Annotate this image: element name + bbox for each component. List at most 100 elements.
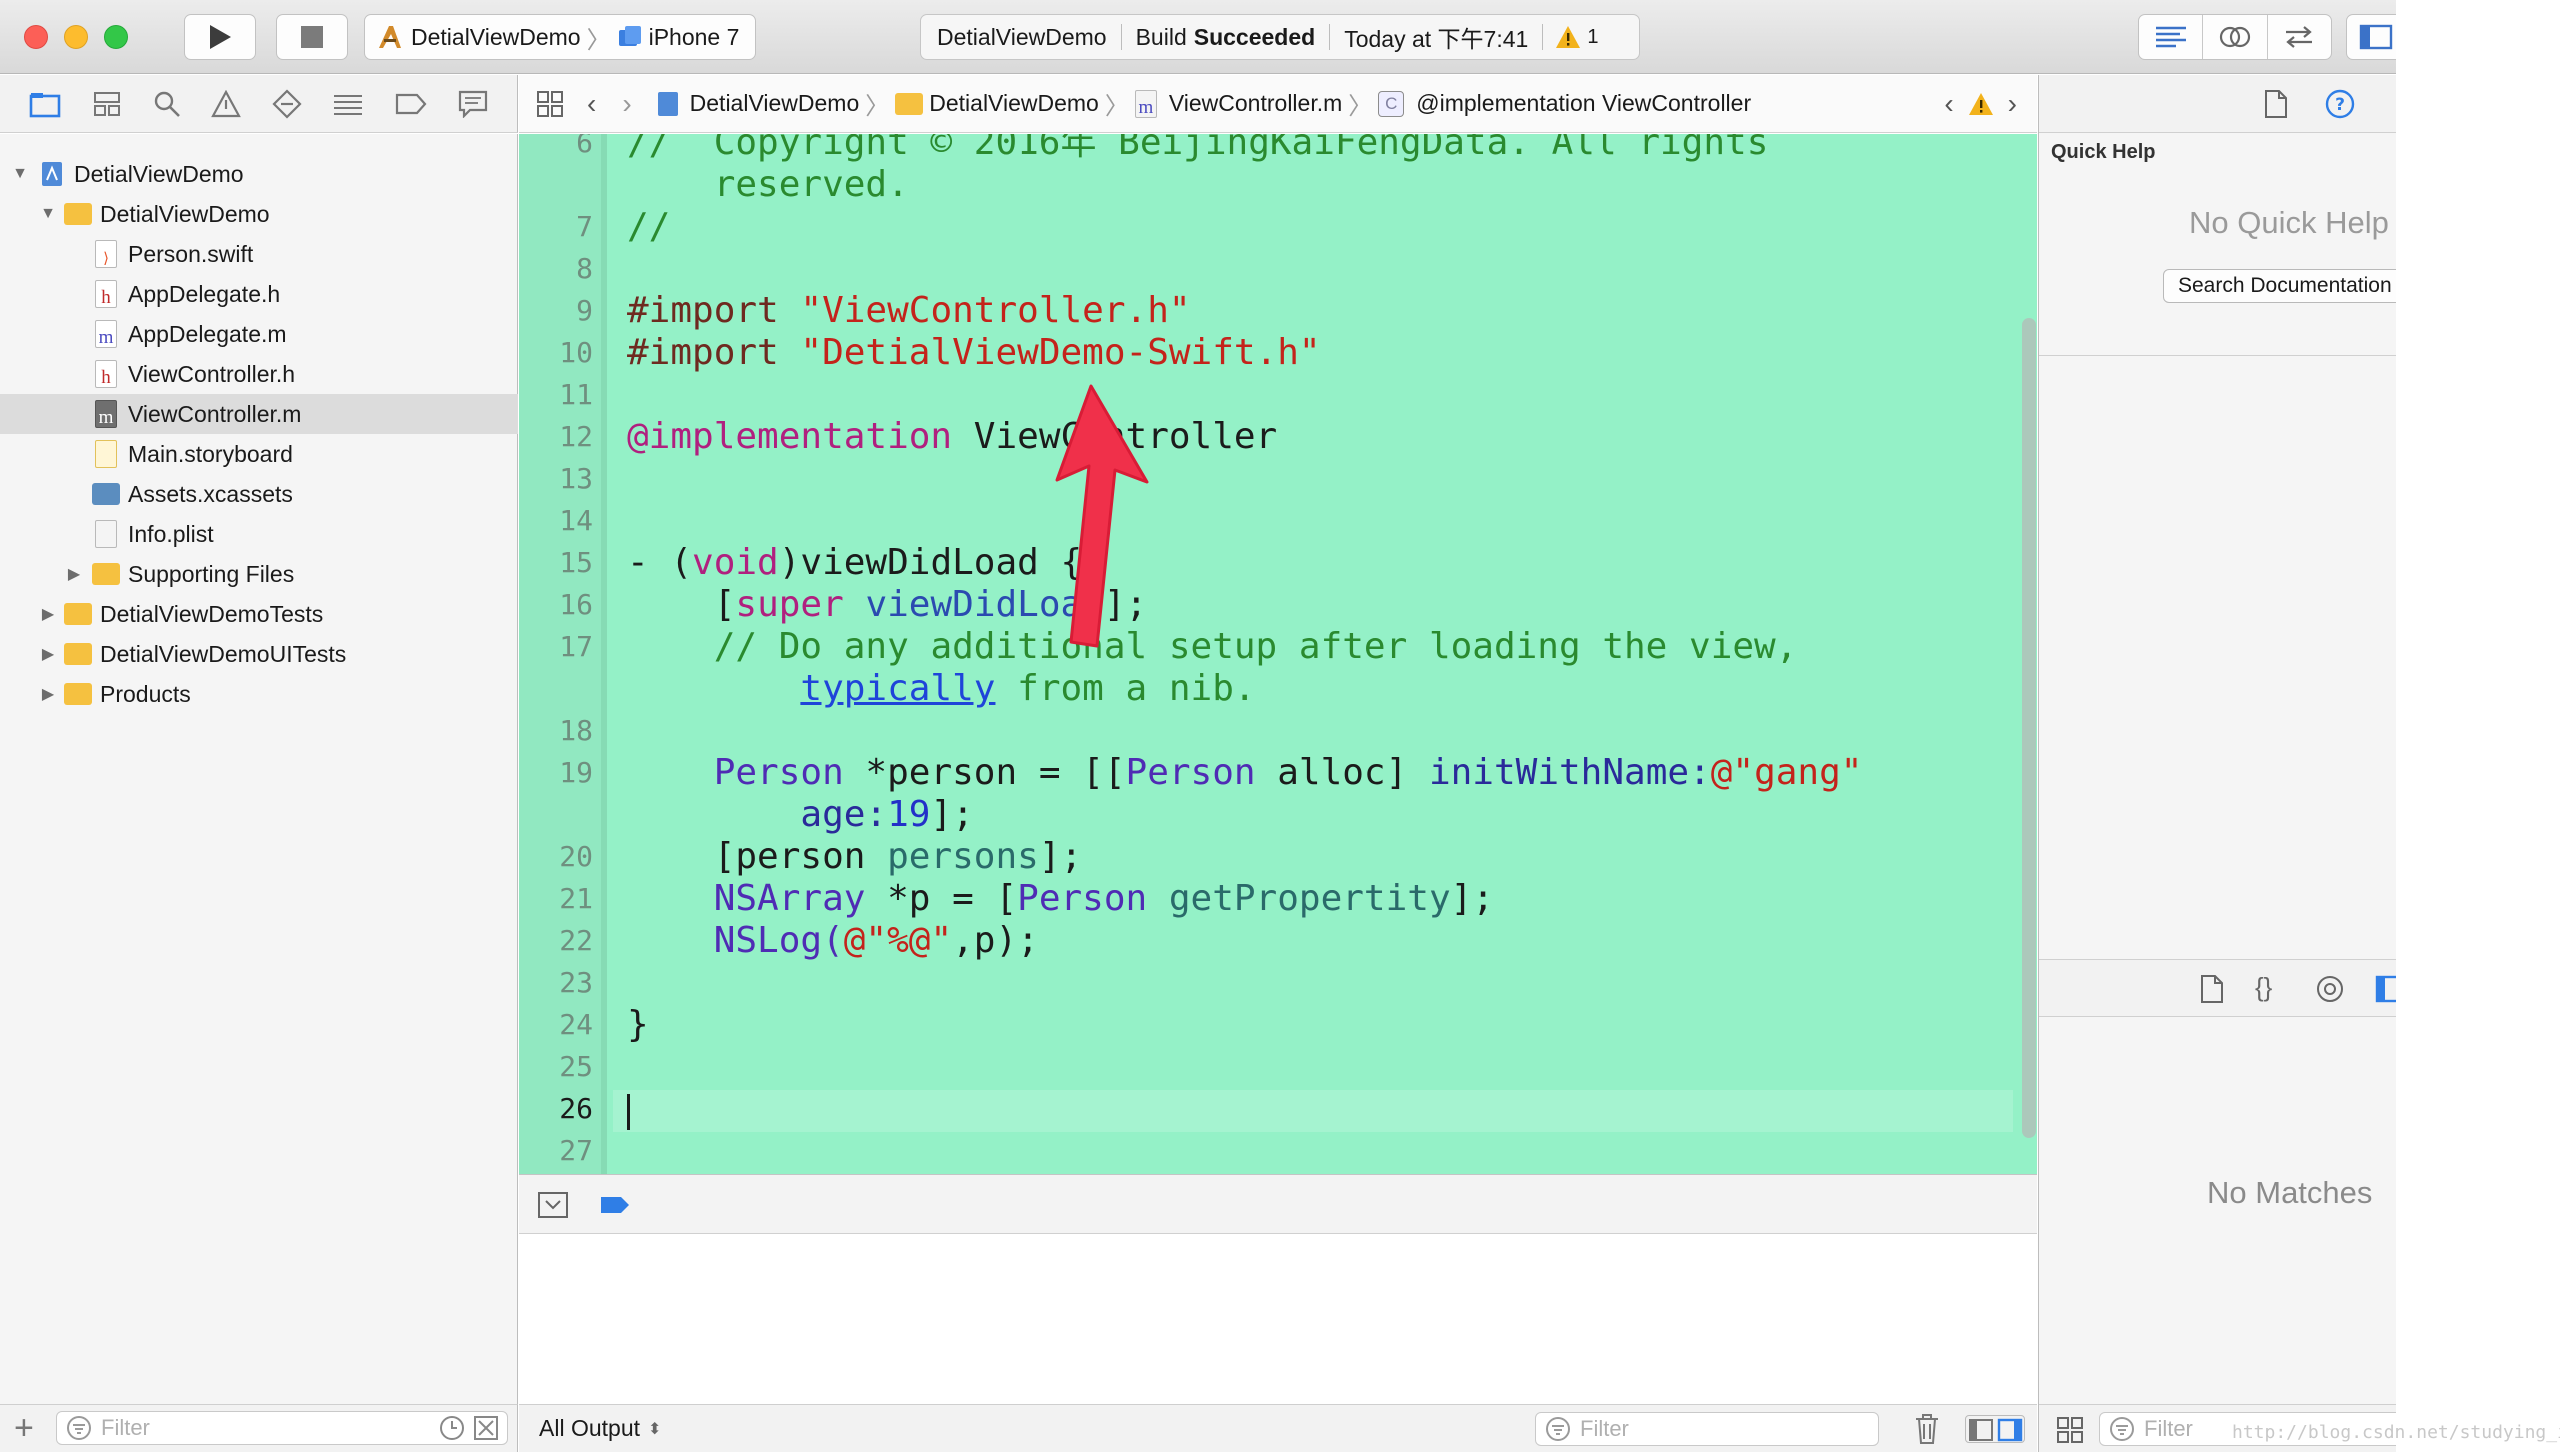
tree-row-file[interactable]: Info.plist: [0, 514, 518, 554]
disclosure-closed-icon[interactable]: ▶: [38, 604, 58, 624]
line-number: 16: [559, 588, 593, 621]
project-navigator-folder-icon[interactable]: [29, 90, 61, 118]
file-inspector-document-icon[interactable]: [2263, 89, 2289, 119]
line-number: 18: [559, 714, 593, 747]
implementation-file-icon: m: [92, 400, 120, 428]
grid-view-icon[interactable]: [2055, 1415, 2085, 1445]
code-line-comment-setup: // Do any additional setup after loading…: [713, 626, 1798, 667]
file-template-icon[interactable]: [2199, 974, 2225, 1004]
tree-row-file[interactable]: ⟩ Person.swift: [0, 234, 518, 274]
show-unsaved-icon[interactable]: [473, 1415, 499, 1441]
toggle-navigator-button[interactable]: [2347, 15, 2396, 59]
editor-jump-bar: ‹ › DetialViewDemo 〉 DetialViewDemo 〉 m …: [519, 75, 2037, 133]
test-navigator-diamond-icon[interactable]: [272, 88, 302, 119]
report-navigator-bubble-icon[interactable]: [458, 90, 488, 118]
minimize-window-button[interactable]: [64, 25, 88, 49]
console-output[interactable]: [519, 1235, 2037, 1404]
project-file-icon: [38, 160, 66, 188]
tree-row-file[interactable]: Main.storyboard: [0, 434, 518, 474]
disclosure-open-icon[interactable]: ▼: [10, 165, 30, 183]
run-button[interactable]: [184, 14, 256, 60]
recent-clock-icon[interactable]: [439, 1415, 465, 1441]
line-number: 27: [559, 1134, 593, 1167]
documentation-link[interactable]: typically: [800, 668, 995, 709]
jump-crumb-symbol[interactable]: @implementation ViewController: [1416, 90, 1751, 117]
line-number: 24: [559, 1008, 593, 1041]
code-line-copyright: // Copyright © 2016年 BeijingKaiFengData.…: [627, 134, 1769, 163]
object-library-icon[interactable]: [2315, 974, 2345, 1004]
code-line-nsarray: NSArray *p = [Person getPropertity];: [713, 878, 1494, 919]
tree-row-file[interactable]: h ViewController.h: [0, 354, 518, 394]
breakpoint-navigator-tag-icon[interactable]: [395, 92, 427, 116]
previous-issue-chevron-icon[interactable]: ‹: [1944, 88, 1953, 120]
tree-row-group[interactable]: ▶ DetialViewDemoUITests: [0, 634, 518, 674]
svg-text:?: ?: [2335, 95, 2345, 115]
tree-row-file[interactable]: Assets.xcassets: [0, 474, 518, 514]
back-chevron-icon[interactable]: ‹: [587, 88, 596, 120]
disclosure-open-icon[interactable]: ▼: [38, 205, 58, 223]
console-footer: All Output ⬍ Filter: [519, 1404, 2037, 1452]
tree-label: DetialViewDemoUITests: [100, 640, 347, 667]
assistant-editor-button[interactable]: [2202, 15, 2266, 59]
debug-navigator-list-icon[interactable]: [332, 91, 364, 117]
warning-indicator[interactable]: 1: [1555, 25, 1598, 49]
quick-help-question-icon[interactable]: ?: [2325, 89, 2355, 119]
header-file-icon: h: [92, 360, 120, 388]
tree-label: DetialViewDemo: [74, 160, 244, 187]
tree-label: Info.plist: [128, 520, 214, 547]
quick-help-title: Quick Help: [2051, 141, 2156, 163]
navigator-filter-field[interactable]: Filter: [56, 1411, 508, 1445]
tree-row-group[interactable]: ▶ Products: [0, 674, 518, 714]
status-build-prefix: Build: [1135, 23, 1187, 50]
disclosure-closed-icon[interactable]: ▶: [38, 644, 58, 664]
variables-view-icon[interactable]: [1966, 1416, 1995, 1444]
tree-row-file[interactable]: h AppDelegate.h: [0, 274, 518, 314]
disclosure-closed-icon[interactable]: ▶: [64, 564, 84, 584]
warning-icon[interactable]: [1968, 92, 1994, 116]
trash-icon[interactable]: [1913, 1413, 1941, 1445]
media-library-icon[interactable]: [2375, 974, 2396, 1004]
console-layout-toggle: [1965, 1415, 2025, 1443]
issue-navigator-warning-icon[interactable]: [211, 89, 242, 118]
debug-bar: [519, 1174, 2037, 1234]
editor-vertical-scrollbar[interactable]: [2022, 318, 2036, 1138]
line-number: 7: [576, 210, 593, 243]
next-issue-chevron-icon[interactable]: ›: [2008, 88, 2017, 120]
close-window-button[interactable]: [24, 25, 48, 49]
status-project: DetialViewDemo: [937, 23, 1107, 50]
standard-editor-button[interactable]: [2139, 15, 2202, 59]
editor-mode-segmented: [2138, 14, 2332, 60]
console-filter-field[interactable]: Filter: [1535, 1412, 1879, 1446]
search-documentation-button[interactable]: Search Documentation: [2163, 269, 2396, 303]
code-snippet-braces-icon[interactable]: {}: [2255, 972, 2272, 1003]
jump-crumb-file[interactable]: ViewController.m: [1169, 90, 1342, 117]
scheme-selector[interactable]: DetialViewDemo 〉 iPhone 7: [364, 14, 756, 60]
console-view-icon[interactable]: [1995, 1416, 2024, 1444]
tree-row-group[interactable]: ▶ DetialViewDemoTests: [0, 594, 518, 634]
tree-row-group[interactable]: ▶ Supporting Files: [0, 554, 518, 594]
add-plus-icon[interactable]: +: [14, 1409, 34, 1448]
tree-row-file[interactable]: m AppDelegate.m: [0, 314, 518, 354]
related-items-grid-icon[interactable]: [535, 89, 565, 119]
folder-icon: [92, 560, 120, 588]
source-editor[interactable]: 6 7 8 9 10 11 12 13 14 15 16 17 18 19 20…: [519, 134, 2037, 1174]
jump-crumb-group[interactable]: DetialViewDemo: [929, 90, 1099, 117]
tree-label: Assets.xcassets: [128, 480, 293, 507]
tree-row-group[interactable]: ▼ DetialViewDemo: [0, 194, 518, 234]
disclosure-closed-icon[interactable]: ▶: [38, 684, 58, 704]
breakpoints-toggle-icon[interactable]: [599, 1195, 631, 1215]
version-editor-button[interactable]: [2266, 15, 2331, 59]
jump-crumb-project[interactable]: DetialViewDemo: [690, 90, 860, 117]
line-number: 15: [559, 546, 593, 579]
hammer-icon: [379, 26, 401, 48]
symbol-navigator-icon[interactable]: [92, 90, 122, 118]
forward-chevron-icon[interactable]: ›: [622, 88, 631, 120]
code-line-copyright-wrap: reserved.: [627, 164, 909, 205]
find-navigator-search-icon[interactable]: [153, 90, 181, 118]
output-selector[interactable]: All Output ⬍: [539, 1415, 661, 1442]
tree-row-project[interactable]: ▼ DetialViewDemo: [0, 154, 518, 194]
stop-button[interactable]: [276, 14, 348, 60]
tree-row-file-selected[interactable]: m ViewController.m: [0, 394, 518, 434]
hide-debug-area-icon[interactable]: [537, 1191, 569, 1219]
zoom-window-button[interactable]: [104, 25, 128, 49]
